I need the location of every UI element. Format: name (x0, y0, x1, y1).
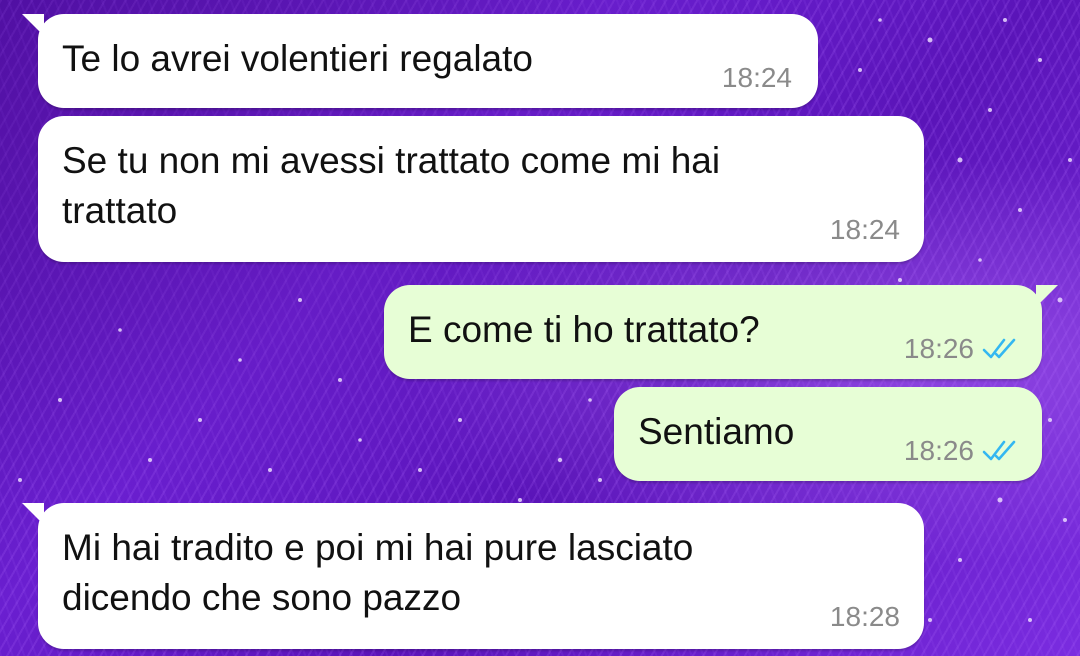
incoming-message-bubble[interactable]: Te lo avrei volentieri regalato 18:24 (22, 14, 818, 108)
read-double-check-icon (982, 440, 1016, 461)
message-text: Mi hai tradito e poi mi hai pure lasciat… (62, 527, 694, 618)
message-text: E come ti ho trattato? (408, 309, 760, 350)
read-double-check-icon (982, 338, 1016, 359)
bubble-tail (22, 14, 44, 36)
outgoing-message-bubble[interactable]: Sentiamo 18:26 (614, 387, 1042, 481)
message-meta: 18:26 (904, 333, 1022, 365)
message-meta: 18:26 (904, 435, 1022, 467)
message-text: Sentiamo (638, 411, 795, 452)
message-time: 18:26 (903, 333, 974, 364)
message-text: Te lo avrei volentieri regalato (62, 38, 533, 79)
message-text: Se tu non mi avessi trattato come mi hai… (62, 140, 721, 231)
bubble-tail (22, 503, 44, 525)
message-time: 18:24 (721, 62, 792, 93)
outgoing-message-bubble[interactable]: E come ti ho trattato? 18:26 (384, 285, 1058, 379)
message-time: 18:28 (829, 601, 900, 632)
incoming-message-bubble[interactable]: Se tu non mi avessi trattato come mi hai… (38, 116, 924, 262)
message-time: 18:24 (829, 214, 900, 245)
incoming-message-bubble[interactable]: Mi hai tradito e poi mi hai pure lasciat… (22, 503, 924, 649)
bubble-tail (1036, 285, 1058, 307)
message-time: 18:26 (903, 435, 974, 466)
